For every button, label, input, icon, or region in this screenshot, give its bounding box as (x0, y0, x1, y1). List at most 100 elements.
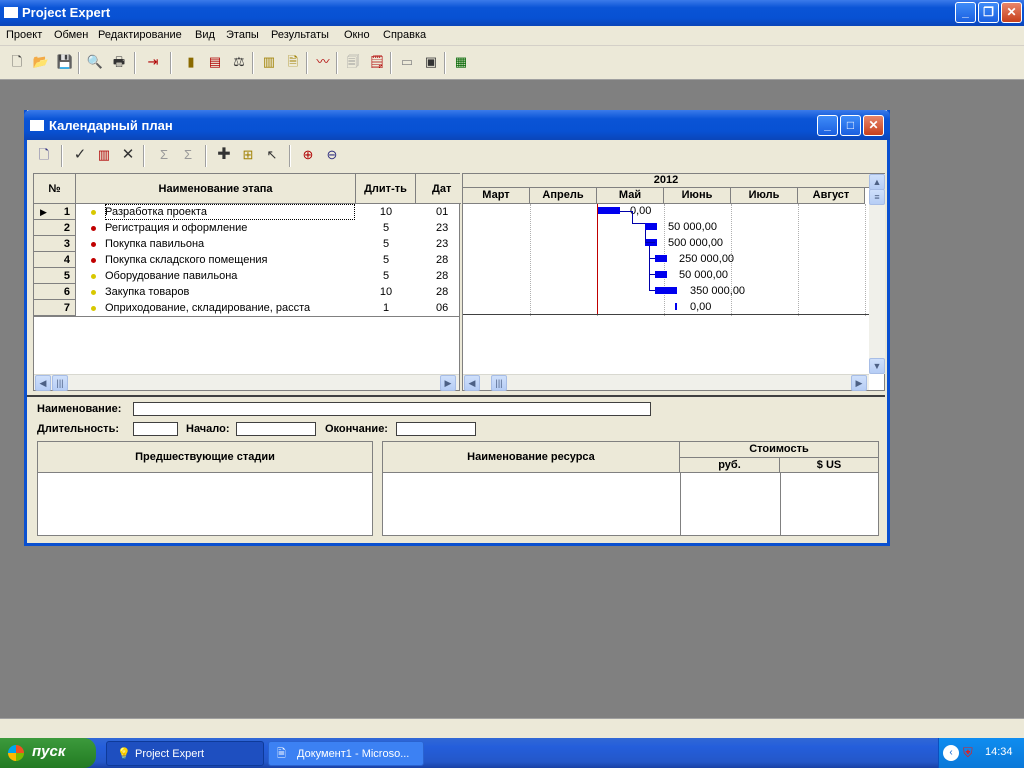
stage-name[interactable]: Оприходование, складирование, расста (105, 300, 355, 316)
report-icon[interactable]: 🗐 (344, 53, 362, 71)
menu-window[interactable]: Окно (344, 29, 370, 41)
stage-date[interactable]: 23 (436, 236, 461, 252)
start-button[interactable]: пуск (0, 738, 96, 768)
window-list-icon[interactable]: ▭ (398, 53, 416, 71)
sigma-left-icon[interactable]: Σ (155, 146, 173, 164)
stage-date[interactable]: 23 (436, 220, 461, 236)
properties-icon[interactable]: 🗋 (35, 146, 53, 164)
chart-bars-icon[interactable]: ▥ (260, 53, 278, 71)
save-icon[interactable]: 💾 (56, 53, 74, 71)
table-row[interactable]: 3 Покупка павильона 5 23 (34, 236, 461, 252)
stage-date[interactable]: 28 (436, 284, 461, 300)
col-header-duration[interactable]: Длит-ть (356, 174, 416, 204)
calculator-icon[interactable]: ▦ (452, 53, 470, 71)
resources-table[interactable]: Наименование ресурса Стоимость руб. $ US (382, 441, 879, 536)
stage-date[interactable]: 01 (436, 204, 461, 220)
gantt-vertical-scrollbar[interactable]: ▲ ≡ ▼ (869, 174, 885, 374)
stage-duration[interactable]: 5 (356, 236, 416, 252)
restore-button[interactable]: ❐ (978, 2, 999, 23)
line-chart-icon[interactable]: 〰 (314, 53, 332, 71)
gantt-bar[interactable] (655, 287, 677, 294)
stage-name[interactable]: Покупка павильона (105, 236, 355, 252)
scroll-up-button[interactable]: ▲ (869, 174, 885, 190)
stage-date[interactable]: 06 (436, 300, 461, 316)
col-header-date[interactable]: Дат (416, 174, 461, 204)
table-row[interactable]: 4 Покупка складского помещения 5 28 (34, 252, 461, 268)
menu-results[interactable]: Результаты (271, 29, 329, 41)
hierarchy-icon[interactable]: ⊞ (239, 146, 257, 164)
scroll-right-button[interactable]: ▶ (851, 375, 867, 391)
stage-name[interactable]: Оборудование павильона (105, 268, 355, 284)
exit-icon[interactable]: ⇥ (144, 53, 162, 71)
stage-date[interactable]: 28 (436, 268, 461, 284)
sigma-right-icon[interactable]: Σ (179, 146, 197, 164)
menu-exchange[interactable]: Обмен (54, 29, 88, 41)
close-button[interactable]: ✕ (1001, 2, 1022, 23)
window-minimize-button[interactable]: _ (817, 115, 838, 136)
start-field[interactable] (236, 422, 316, 436)
cashflow-icon[interactable]: ▤ (206, 53, 224, 71)
gantt-bar[interactable] (645, 223, 657, 230)
stage-duration[interactable]: 10 (356, 284, 416, 300)
menu-view[interactable]: Вид (195, 29, 215, 41)
scroll-down-button[interactable]: ▼ (869, 358, 885, 374)
show-hidden-icons-icon[interactable]: ‹ (943, 745, 959, 761)
new-file-icon[interactable]: 🗋 (8, 53, 26, 71)
table-row[interactable]: 2 Регистрация и оформление 5 23 (34, 220, 461, 236)
stage-duration[interactable]: 1 (356, 300, 416, 316)
gantt-bar[interactable] (655, 255, 667, 262)
duration-field[interactable] (133, 422, 178, 436)
zoom-out-icon[interactable]: ⊖ (323, 146, 341, 164)
open-folder-icon[interactable]: 📂 (32, 53, 50, 71)
vertical-scroll-thumb[interactable]: ≡ (869, 189, 885, 205)
gantt-bar[interactable] (675, 303, 677, 310)
pointer-icon[interactable]: ↖ (263, 146, 281, 164)
end-field[interactable] (396, 422, 476, 436)
gantt-bar[interactable] (598, 207, 620, 214)
zoom-in-icon[interactable]: ⊕ (299, 146, 317, 164)
stage-name[interactable]: Закупка товаров (105, 284, 355, 300)
print-preview-icon[interactable]: 🔍 (86, 53, 104, 71)
predecessors-table[interactable]: Предшествующие стадии (37, 441, 373, 536)
table-row[interactable]: 1 ▶ Разработка проекта 10 01 (34, 204, 461, 220)
stage-duration[interactable]: 5 (356, 268, 416, 284)
taskbar-item-project-expert[interactable]: 💡 Project Expert (106, 741, 264, 766)
edit-doc-icon[interactable]: 🗎 (284, 53, 302, 71)
add-stage-icon[interactable]: ✚ (215, 146, 233, 164)
col-header-name[interactable]: Наименование этапа (76, 174, 356, 204)
menu-stages[interactable]: Этапы (226, 29, 259, 41)
book-icon[interactable]: ▮ (182, 53, 200, 71)
menu-edit[interactable]: Редактирование (98, 29, 182, 41)
report-edit-icon[interactable]: 🗒 (368, 53, 386, 71)
stage-name[interactable]: Разработка проекта (105, 204, 355, 220)
scroll-left-button[interactable]: ◀ (35, 375, 51, 391)
scroll-left-button[interactable]: ◀ (464, 375, 480, 391)
check-icon[interactable]: ✓ (71, 146, 89, 164)
stage-name[interactable]: Регистрация и оформление (105, 220, 355, 236)
col-header-num[interactable]: № (34, 174, 76, 204)
table-horizontal-scrollbar[interactable]: ◀ ||| ▶ (34, 374, 459, 391)
stage-duration[interactable]: 10 (356, 204, 416, 220)
gantt-horizontal-scrollbar[interactable]: ◀ ||| ▶ (463, 374, 869, 391)
table-row[interactable]: 7 Оприходование, складирование, расста 1 06 (34, 300, 461, 316)
window-close-button[interactable]: ✕ (863, 115, 884, 136)
scroll-right-button[interactable]: ▶ (440, 375, 456, 391)
window-maximize-button[interactable]: □ (840, 115, 861, 136)
menu-help[interactable]: Справка (383, 29, 426, 41)
scroll-thumb[interactable]: ||| (52, 375, 68, 391)
window-tile-icon[interactable]: ▣ (422, 53, 440, 71)
taskbar-item-word[interactable]: 🗎 Документ1 - Microso... (268, 741, 424, 766)
scroll-thumb[interactable]: ||| (491, 375, 507, 391)
stage-duration[interactable]: 5 (356, 252, 416, 268)
print-icon[interactable]: 🖶 (110, 53, 128, 71)
stage-date[interactable]: 28 (436, 252, 461, 268)
calculate-icon[interactable]: ▥ (95, 146, 113, 164)
table-row[interactable]: 6 Закупка товаров 10 28 (34, 284, 461, 300)
stage-duration[interactable]: 5 (356, 220, 416, 236)
delete-icon[interactable]: ✕ (119, 146, 137, 164)
security-shield-icon[interactable]: ⛨ (963, 745, 973, 761)
stage-name[interactable]: Покупка складского помещения (105, 252, 355, 268)
gantt-bar[interactable] (655, 271, 667, 278)
menu-project[interactable]: Проект (6, 29, 42, 41)
name-field[interactable] (133, 402, 651, 416)
